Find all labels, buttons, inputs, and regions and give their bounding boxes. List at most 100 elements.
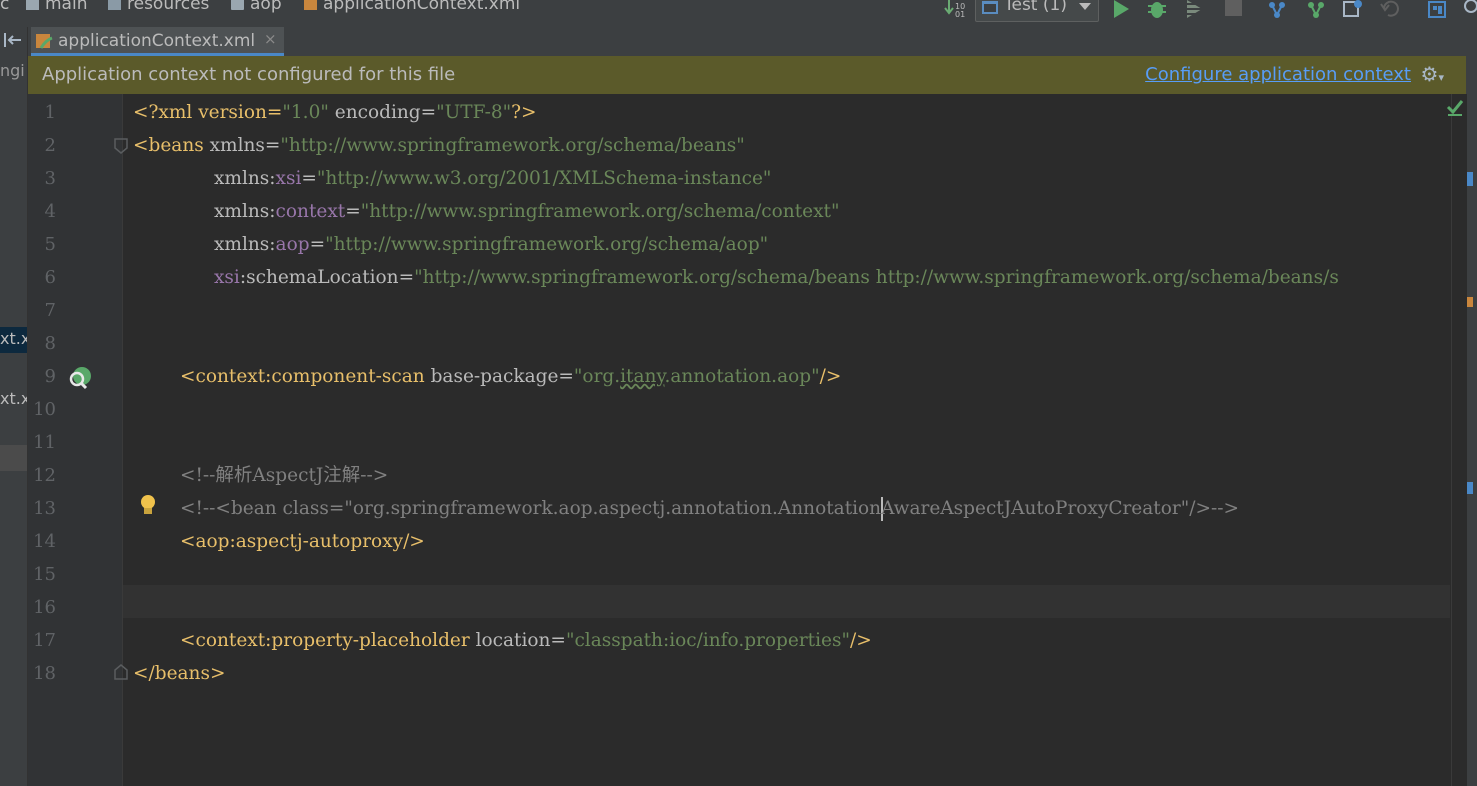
attr-name: xmlns: <box>214 201 276 222</box>
breadcrumb-item-c[interactable]: c <box>0 0 9 14</box>
folder-icon <box>26 0 39 10</box>
tag-local-name: :component-scan <box>265 366 425 387</box>
breadcrumb-item-file[interactable]: applicationContext.xml <box>304 0 520 14</box>
namespace-prefix: xsi <box>214 267 240 288</box>
right-tool-strip <box>1466 27 1477 786</box>
xml-declaration: <?xml version= <box>133 102 283 123</box>
breadcrumb-item-aop[interactable]: aop <box>231 0 282 14</box>
typo-word: itany <box>620 366 665 387</box>
project-structure-icon[interactable] <box>1427 0 1449 20</box>
line-number: 8 <box>44 333 56 354</box>
line-number: 7 <box>44 300 56 321</box>
bean-validation-tool-icon[interactable] <box>1467 297 1473 307</box>
vcs-update-icon[interactable] <box>1266 0 1288 20</box>
attr-value: .annotation.aop" <box>664 366 820 387</box>
spring-xml-file-icon <box>36 34 53 49</box>
xml-comment: <!--解析AspectJ注解--> <box>180 465 389 486</box>
run-config-label: Test (1) <box>1004 0 1067 15</box>
breadcrumb-item-resources[interactable]: resources <box>108 0 209 14</box>
line-number: 14 <box>33 531 56 552</box>
attr-name: xmlns: <box>214 234 276 255</box>
line-number: 9 <box>44 366 56 387</box>
breadcrumb-label: applicationContext.xml <box>323 0 521 14</box>
code-line-12: <!--解析AspectJ注解--> <box>180 464 388 488</box>
attr-value: "http://www.springframework.org/schema/b… <box>414 267 1339 288</box>
line-number: 5 <box>44 234 56 255</box>
line-number: 15 <box>33 564 56 585</box>
tag-close: /> <box>403 531 425 552</box>
line-number: 12 <box>33 465 56 486</box>
inspection-ok-icon[interactable] <box>1446 98 1464 116</box>
attr-value: "http://www.springframework.org/schema/a… <box>325 234 769 255</box>
vcs-commit-icon[interactable] <box>1305 0 1327 20</box>
chevron-down-icon <box>1079 3 1091 10</box>
line-number: 11 <box>33 432 56 453</box>
breadcrumb-item-main[interactable]: main <box>26 0 87 14</box>
line-number: 17 <box>33 630 56 651</box>
code-line-17: <context:property-placeholder location="… <box>180 629 872 653</box>
tag-local-name: :aspectj-autoproxy <box>229 531 404 552</box>
line-number: 4 <box>44 201 56 222</box>
namespace-prefix: xsi <box>275 168 302 189</box>
line-number: 10 <box>33 399 56 420</box>
code-line-9: <context:component-scan base-package="or… <box>180 365 841 389</box>
run-configuration-select[interactable]: Test (1) <box>975 0 1099 22</box>
notification-message: Application context not configured for t… <box>42 64 456 85</box>
navigation-bar: c main resources aop applicationContext.… <box>0 0 1477 27</box>
editor-tab-bar: applicationContext.xml × <box>28 27 1466 57</box>
debug-icon[interactable] <box>1146 0 1168 20</box>
line-number: 13 <box>33 498 56 519</box>
maven-tool-icon[interactable] <box>1467 482 1473 494</box>
editor-gutter[interactable]: 1 2 3 4 5 6 7 8 9 10 11 12 13 14 15 16 1… <box>28 94 155 786</box>
project-tree-selected-row[interactable]: xt.x <box>0 327 27 353</box>
code-line-18: </beans> <box>133 662 225 686</box>
xml-declaration-end: ?> <box>511 102 537 123</box>
attr-name: base-package= <box>424 366 574 387</box>
project-tree-fragment: xt.x <box>0 329 28 348</box>
current-line-highlight <box>123 585 1450 618</box>
context-notification-banner: Application context not configured for t… <box>28 56 1466 94</box>
gear-icon[interactable]: ⚙▾ <box>1421 62 1444 86</box>
attr-equals: = <box>301 168 317 189</box>
coverage-icon[interactable] <box>1184 0 1206 20</box>
sort-icon[interactable]: 10 01 <box>944 0 968 18</box>
search-everywhere-icon[interactable] <box>1462 0 1477 20</box>
attr-name: xmlns: <box>214 168 276 189</box>
history-icon[interactable] <box>1342 0 1364 20</box>
spring-beans-navigate-icon[interactable] <box>68 365 94 391</box>
collapse-panel-icon[interactable] <box>3 32 23 48</box>
attr-name: encoding= <box>328 102 437 123</box>
attr-value: "http://www.springframework.org/schema/c… <box>360 201 840 222</box>
code-line-5: xmlns:aop="http://www.springframework.or… <box>214 233 768 257</box>
code-line-1: <?xml version="1.0" encoding="UTF-8"?> <box>133 101 537 125</box>
revert-icon[interactable] <box>1380 0 1402 20</box>
attr-value: "UTF-8" <box>436 102 512 123</box>
run-icon[interactable] <box>1111 0 1131 20</box>
code-editor[interactable]: <?xml version="1.0" encoding="UTF-8"?> <… <box>123 94 1450 786</box>
attr-equals: = <box>309 234 326 255</box>
namespace-prefix: aop <box>275 234 310 255</box>
line-number: 18 <box>33 663 56 684</box>
close-icon[interactable]: × <box>264 30 277 48</box>
attr-value: "http://www.w3.org/2001/XMLSchema-instan… <box>316 168 772 189</box>
editor-scrollbar[interactable] <box>1446 94 1467 786</box>
attr-value: "org. <box>573 366 621 387</box>
namespace-prefix: context <box>275 201 346 222</box>
code-line-14: <aop:aspectj-autoproxy/> <box>180 530 425 554</box>
database-tool-icon[interactable] <box>1467 172 1473 186</box>
breadcrumb-label: c <box>0 0 10 14</box>
project-tree-fragment[interactable]: xt.x <box>0 389 27 408</box>
attr-value: "1.0" <box>282 102 329 123</box>
line-number: 3 <box>44 168 56 189</box>
tag-name: <context <box>180 366 266 387</box>
project-tree-row[interactable] <box>0 445 27 471</box>
svg-text:01: 01 <box>955 10 965 18</box>
code-line-4: xmlns:context="http://www.springframewor… <box>214 200 840 224</box>
line-number: 6 <box>44 267 56 288</box>
tab-applicationcontext-xml[interactable]: applicationContext.xml × <box>31 27 284 56</box>
configure-context-link[interactable]: Configure application context <box>1145 64 1411 85</box>
breadcrumb-label: resources <box>127 0 210 14</box>
line-number: 1 <box>44 102 56 123</box>
attr-name: :schemaLocation= <box>239 267 415 288</box>
stop-icon[interactable] <box>1224 0 1244 20</box>
